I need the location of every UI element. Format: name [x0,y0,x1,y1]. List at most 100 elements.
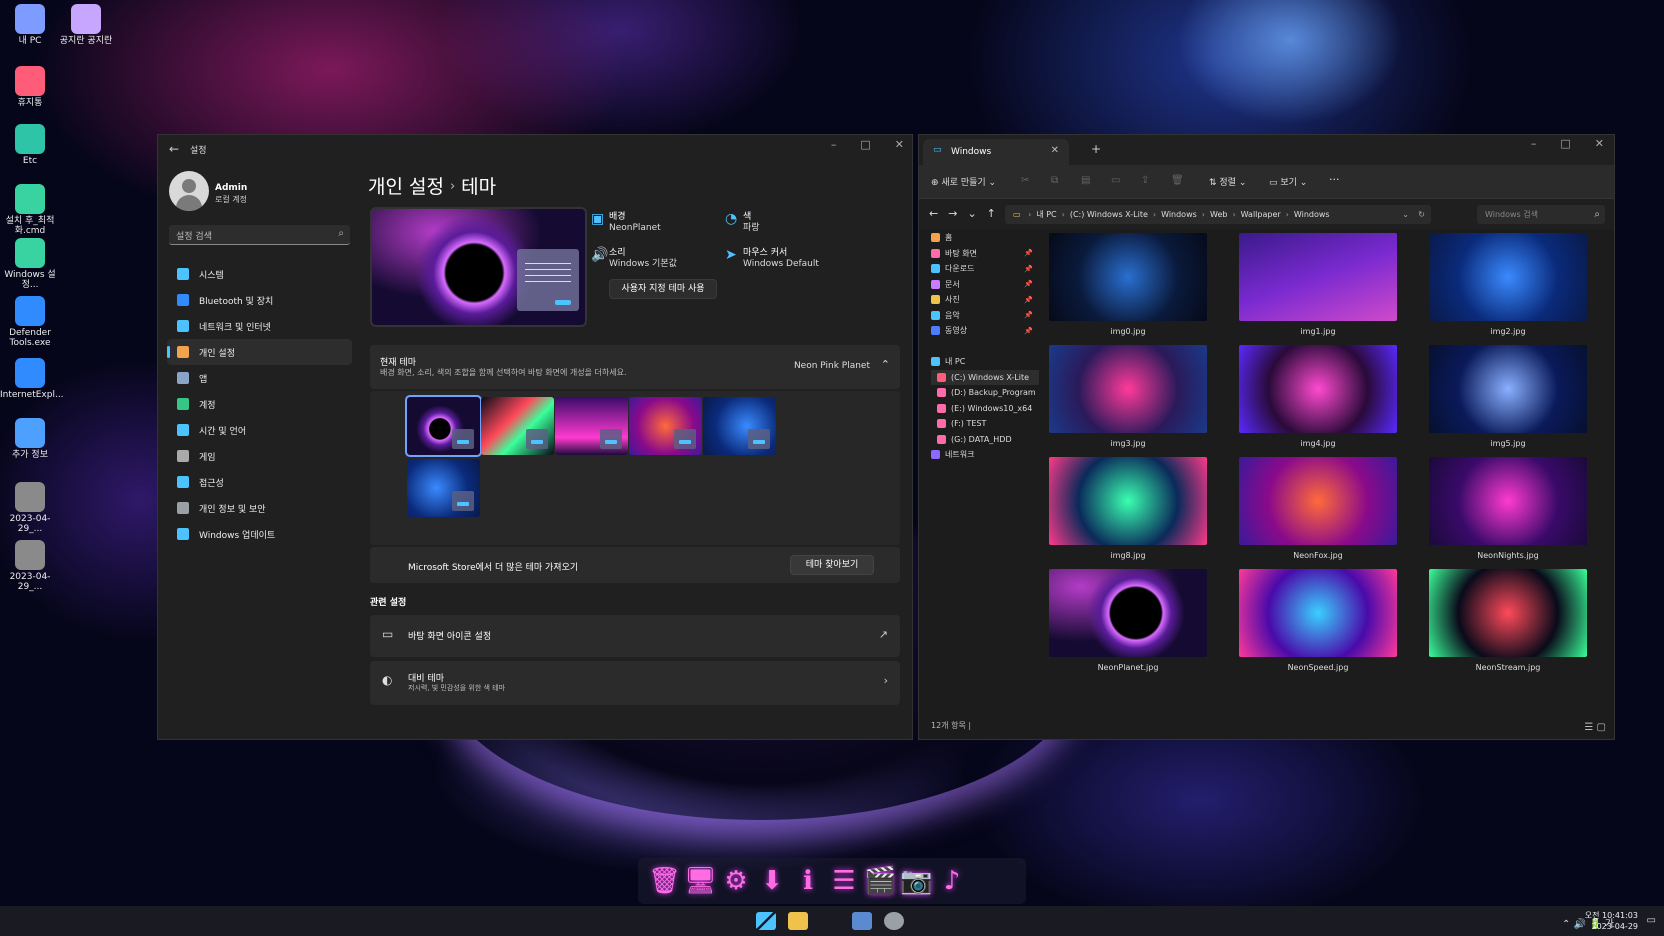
cut-icon[interactable]: ✂ [1021,175,1029,186]
chevron-up-icon[interactable]: ⌃ [881,358,890,371]
back-arrow-icon[interactable]: ← [929,207,938,220]
minimize-icon[interactable]: – [831,138,837,151]
tree-item-13[interactable]: (G:) DATA_HDD [931,432,1039,448]
theme-thumb-neon-stream[interactable] [481,397,554,455]
theme-thumb-neon-fox[interactable] [629,397,702,455]
maximize-icon[interactable]: □ [860,138,870,151]
cursor-prop[interactable]: ➤ 마우스 커서 Windows Default [725,248,819,270]
paste-icon[interactable]: ▤ [1081,175,1090,186]
rename-icon[interactable]: ▭ [1111,175,1120,186]
up-arrow-icon[interactable]: ↑ [987,207,996,220]
tree-item-10[interactable]: (D:) Backup_Program [931,385,1039,401]
tree-item-1[interactable]: 바탕 화면 📌 [931,246,1039,262]
nav-item-6[interactable]: 시간 및 언어 [167,417,352,443]
theme-thumb-neon-nights[interactable] [555,397,628,455]
desktop-icon-9[interactable]: 2023-04-29_... [0,482,60,534]
background-prop[interactable]: ▣ 배경 NeonPlanet [591,212,661,234]
contrast-theme-row[interactable]: ◐ 대비 테마 저시력, 빛 민감성을 위한 색 테마 › [370,661,900,705]
nav-item-7[interactable]: 게임 [167,443,352,469]
file-item[interactable]: img5.jpg [1429,345,1587,448]
tree-item-3[interactable]: 문서 📌 [931,277,1039,293]
new-tab-button[interactable]: + [1091,142,1101,156]
close-icon[interactable]: ✕ [895,138,904,151]
tree-item-0[interactable]: 홈 [931,230,1039,246]
close-icon[interactable]: ✕ [1595,137,1604,150]
recent-chevron-icon[interactable]: ⌄ [967,207,976,220]
nav-item-1[interactable]: Bluetooth 및 장치 [167,287,352,313]
copy-icon[interactable]: ⧉ [1051,175,1058,186]
file-item[interactable]: img8.jpg [1049,457,1207,560]
monitor-icon[interactable]: 🖥 [684,864,717,898]
settings-search-input[interactable]: 설정 검색 ⌕ [169,225,350,245]
download-icon[interactable]: ⬇ [756,864,788,898]
info-icon[interactable]: ℹ [792,864,824,898]
clock[interactable]: 오전 10:41:03 2023-04-29 [1585,910,1638,932]
address-segment[interactable]: Windows [1161,210,1197,219]
minimize-icon[interactable]: – [1531,137,1537,150]
desktop-icon-8[interactable]: 추가 정보 [0,418,60,460]
view-button[interactable]: ▭ 보기 ⌄ [1269,175,1307,188]
explorer-search-input[interactable]: Windows 검색 ⌕ [1477,205,1605,224]
custom-theme-button[interactable]: 사용자 지정 테마 사용 [609,279,717,299]
start-icon[interactable] [756,912,776,930]
theme-thumb-neon-planet[interactable] [405,395,482,457]
file-item[interactable]: NeonStream.jpg [1429,569,1587,672]
delete-icon[interactable]: 🗑 [1171,175,1184,186]
address-segment[interactable]: Windows [1294,210,1330,219]
details-view-icon[interactable]: ☰ [1584,722,1593,733]
desktop-icon-settings-row[interactable]: ▭ 바탕 화면 아이콘 설정 ↗ [370,615,900,657]
tree-item-11[interactable]: (E:) Windows10_x64 [931,401,1039,417]
sound-prop[interactable]: 🔊 소리 Windows 기본값 [591,248,677,270]
breadcrumb-parent[interactable]: 개인 설정 [368,176,444,198]
file-explorer-taskbar-icon[interactable] [788,912,808,930]
current-theme-header[interactable]: 현재 테마 배경 화면, 소리, 색의 조합을 함께 선택하여 바탕 화면에 개… [370,345,900,389]
view-toggle[interactable]: ☰ ▢ [1584,722,1606,733]
color-prop[interactable]: ◔ 색 파랑 [725,212,760,234]
file-item[interactable]: img2.jpg [1429,233,1587,336]
tree-item-14[interactable]: 네트워크 [931,447,1039,463]
file-item[interactable]: img3.jpg [1049,345,1207,448]
desktop-icon-3[interactable]: Etc [0,124,60,166]
file-item[interactable]: NeonFox.jpg [1239,457,1397,560]
camera-icon[interactable]: 📷 [900,864,932,898]
theme-thumb-bloom-dark[interactable] [407,459,480,517]
address-history-icon[interactable]: ⌄ [1402,205,1409,224]
file-item[interactable]: img0.jpg [1049,233,1207,336]
tree-item-9[interactable]: (C:) Windows X-Lite [931,369,1039,385]
desktop-icon-7[interactable]: InternetExpl... [0,358,64,400]
user-profile[interactable]: Admin 로컬 계정 [169,171,339,213]
browse-themes-button[interactable]: 테마 찾아보기 [790,555,874,575]
trash-icon[interactable]: 🗑 [648,864,681,898]
theme-thumb-bloom[interactable] [703,397,776,455]
desktop-icon-6[interactable]: Defender Tools.exe [0,296,60,348]
tree-item-12[interactable]: (F:) TEST [931,416,1039,432]
desktop-icon-10[interactable]: 2023-04-29_... [0,540,60,592]
tree-item-5[interactable]: 음악 📌 [931,308,1039,324]
file-item[interactable]: NeonNights.jpg [1429,457,1587,560]
tree-item-6[interactable]: 동영상 📌 [931,323,1039,339]
file-item[interactable]: NeonSpeed.jpg [1239,569,1397,672]
file-item[interactable]: img1.jpg [1239,233,1397,336]
media-taskbar-icon[interactable] [852,912,872,930]
tree-item-4[interactable]: 사진 📌 [931,292,1039,308]
notification-icon[interactable]: ▭ [1647,915,1656,926]
address-segment[interactable]: 내 PC [1036,210,1056,219]
nav-item-4[interactable]: 앱 [167,365,352,391]
nav-item-5[interactable]: 계정 [167,391,352,417]
nav-item-8[interactable]: 접근성 [167,469,352,495]
new-button[interactable]: ⊕ 새로 만들기 ⌄ [931,175,996,188]
nav-item-3[interactable]: 개인 설정 [167,339,352,365]
video-icon[interactable]: 🎬 [864,864,896,898]
forward-arrow-icon[interactable]: → [948,207,957,220]
nav-item-10[interactable]: Windows 업데이트 [167,521,352,547]
desktop-icon-0[interactable]: 내 PC [0,4,60,46]
nav-item-2[interactable]: 네트워크 및 인터넷 [167,313,352,339]
nav-item-0[interactable]: 시스템 [167,261,352,287]
list-icon[interactable]: ☰ [828,864,860,898]
settings-taskbar-icon[interactable] [884,912,904,930]
refresh-icon[interactable]: ↻ [1418,205,1425,224]
tree-item-8[interactable]: 내 PC [931,354,1039,370]
back-arrow-icon[interactable]: ← [169,142,179,156]
desktop-icon-5[interactable]: Windows 설정... [0,238,60,290]
tab-windows[interactable]: ▭ Windows ✕ [923,139,1069,165]
